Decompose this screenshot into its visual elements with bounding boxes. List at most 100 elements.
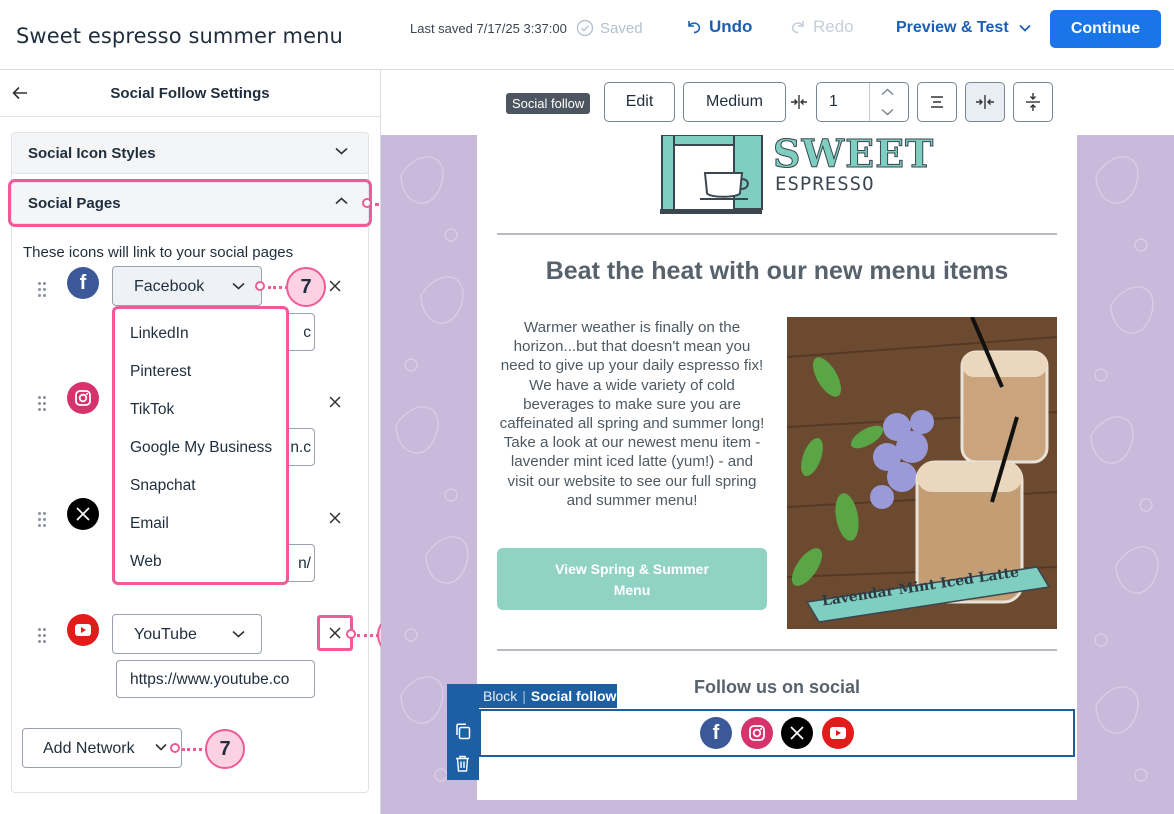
dropdown-option-pinterest[interactable]: Pinterest: [130, 363, 191, 381]
last-saved-text: Last saved 7/17/25 3:37:00: [410, 21, 567, 36]
panel-title: Social Follow Settings: [110, 85, 270, 102]
separator: |: [522, 688, 526, 704]
social-pages-description: These icons will link to your social pag…: [23, 244, 294, 261]
url-value: c: [303, 324, 311, 341]
x-icon: [67, 498, 99, 530]
spacing-icon: [791, 95, 807, 109]
trash-icon[interactable]: [455, 755, 470, 772]
url-value: https://www.youtube.co: [130, 671, 290, 688]
undo-label: Undo: [709, 17, 753, 36]
cta-line-1: View Spring & Summer: [555, 561, 709, 577]
redo-button[interactable]: Redo: [790, 17, 854, 37]
panel-header: Social Follow Settings: [0, 70, 380, 117]
chevron-down-icon[interactable]: [881, 108, 894, 116]
horizontal-layout-icon: [976, 95, 994, 109]
spacing-stepper[interactable]: 1: [816, 82, 909, 122]
drag-handle-icon[interactable]: [38, 628, 48, 644]
duplicate-icon[interactable]: [455, 723, 471, 740]
callout-connector: [268, 286, 288, 289]
block-type-tag: Social follow: [506, 93, 591, 114]
sweet-espresso-logo: SWEET ESPRESSO: [660, 134, 934, 215]
iced-latte-photo[interactable]: Lavendar Mint Iced Latte: [787, 317, 1057, 629]
preview-label: Preview & Test: [896, 19, 1009, 36]
redo-icon: [791, 21, 804, 34]
dropdown-option-google-my-business[interactable]: Google My Business: [130, 439, 272, 457]
add-network-button[interactable]: Add Network: [22, 728, 182, 768]
callout-7-add-network: 7: [205, 729, 245, 769]
network-select-value: Facebook: [134, 278, 205, 295]
vertical-layout-button[interactable]: [1013, 82, 1053, 122]
accordion-label: Social Icon Styles: [28, 145, 156, 162]
accordion-social-icon-styles[interactable]: Social Icon Styles: [11, 132, 369, 174]
instagram-icon: [67, 382, 99, 414]
saved-status: Saved: [576, 19, 643, 37]
undo-button[interactable]: Undo: [686, 17, 752, 37]
undo-icon: [688, 21, 701, 34]
email-youtube-icon[interactable]: [822, 717, 854, 749]
accordion-social-pages[interactable]: Social Pages: [8, 179, 372, 227]
chevron-up-icon: [335, 197, 348, 205]
network-select-value: YouTube: [134, 626, 197, 643]
chevron-down-icon: [155, 743, 167, 751]
dropdown-option-snapchat[interactable]: Snapchat: [130, 477, 196, 495]
spacing-value: 1: [829, 93, 838, 110]
cta-line-2: Menu: [613, 582, 651, 598]
preview-test-button[interactable]: Preview & Test: [896, 19, 1031, 37]
dropdown-option-web[interactable]: Web: [130, 553, 162, 571]
email-facebook-icon[interactable]: f: [700, 717, 732, 749]
network-dropdown-menu: LinkedIn Pinterest TikTok Google My Busi…: [112, 306, 289, 585]
add-network-label: Add Network: [43, 740, 135, 757]
callout-dot: [362, 198, 372, 208]
logo-word-espresso: ESPRESSO: [775, 173, 875, 195]
email-instagram-icon[interactable]: [741, 717, 773, 749]
logo-word-sweet: SWEET: [772, 131, 935, 176]
dropdown-option-linkedin[interactable]: LinkedIn: [130, 325, 189, 343]
chevron-down-icon: [232, 282, 245, 290]
block-type-label: Social follow: [530, 688, 617, 704]
vertical-layout-icon: [1026, 93, 1040, 111]
remove-network-x-icon[interactable]: [326, 509, 344, 527]
drag-handle-icon[interactable]: [38, 396, 48, 412]
continue-button[interactable]: Continue: [1050, 10, 1161, 48]
align-center-icon: [931, 96, 943, 108]
callout-7-facebook: 7: [286, 267, 326, 307]
selected-social-block[interactable]: [479, 709, 1075, 757]
remove-network-instagram-icon[interactable]: [326, 393, 344, 411]
top-bar: Sweet espresso summer menu Last saved 7/…: [0, 0, 1174, 70]
email-headline[interactable]: Beat the heat with our new menu items: [497, 257, 1057, 286]
email-body-text[interactable]: Warmer weather is finally on the horizon…: [497, 318, 767, 510]
block-label: Block: [483, 688, 518, 704]
dropdown-option-email[interactable]: Email: [130, 515, 169, 533]
callout-dot: [346, 629, 356, 639]
url-input-youtube[interactable]: https://www.youtube.co: [116, 660, 315, 698]
network-select-facebook[interactable]: Facebook: [112, 266, 262, 306]
callout-dot: [170, 743, 180, 753]
campaign-title[interactable]: Sweet espresso summer menu: [16, 24, 343, 48]
block-label-bar: Block | Social follow: [447, 684, 617, 708]
divider: [497, 649, 1057, 651]
chevron-down-icon: [232, 630, 245, 638]
divider: [497, 233, 1057, 235]
horizontal-layout-button[interactable]: [965, 82, 1005, 122]
icon-size-select[interactable]: Medium: [683, 82, 786, 122]
url-value: n.c: [290, 439, 311, 456]
chevron-down-icon: [335, 147, 348, 155]
edit-button[interactable]: Edit: [604, 82, 675, 122]
dropdown-option-tiktok[interactable]: TikTok: [130, 401, 174, 419]
view-menu-button[interactable]: View Spring & Summer Menu: [497, 548, 767, 610]
callout-connector: [357, 634, 379, 637]
email-x-icon[interactable]: [781, 717, 813, 749]
remove-network-facebook-icon[interactable]: [326, 277, 344, 295]
redo-label: Redo: [813, 17, 854, 36]
chevron-up-icon[interactable]: [881, 88, 894, 96]
check-circle-icon: [576, 19, 594, 37]
youtube-icon: [67, 614, 99, 646]
url-value: n/: [298, 555, 311, 572]
drag-handle-icon[interactable]: [38, 282, 48, 298]
drag-handle-icon[interactable]: [38, 512, 48, 528]
align-center-button[interactable]: [917, 82, 957, 122]
network-select-youtube[interactable]: YouTube: [112, 614, 262, 654]
chevron-down-icon: [1019, 24, 1031, 32]
remove-network-youtube-icon[interactable]: [326, 624, 344, 642]
accordion-label: Social Pages: [28, 195, 121, 212]
